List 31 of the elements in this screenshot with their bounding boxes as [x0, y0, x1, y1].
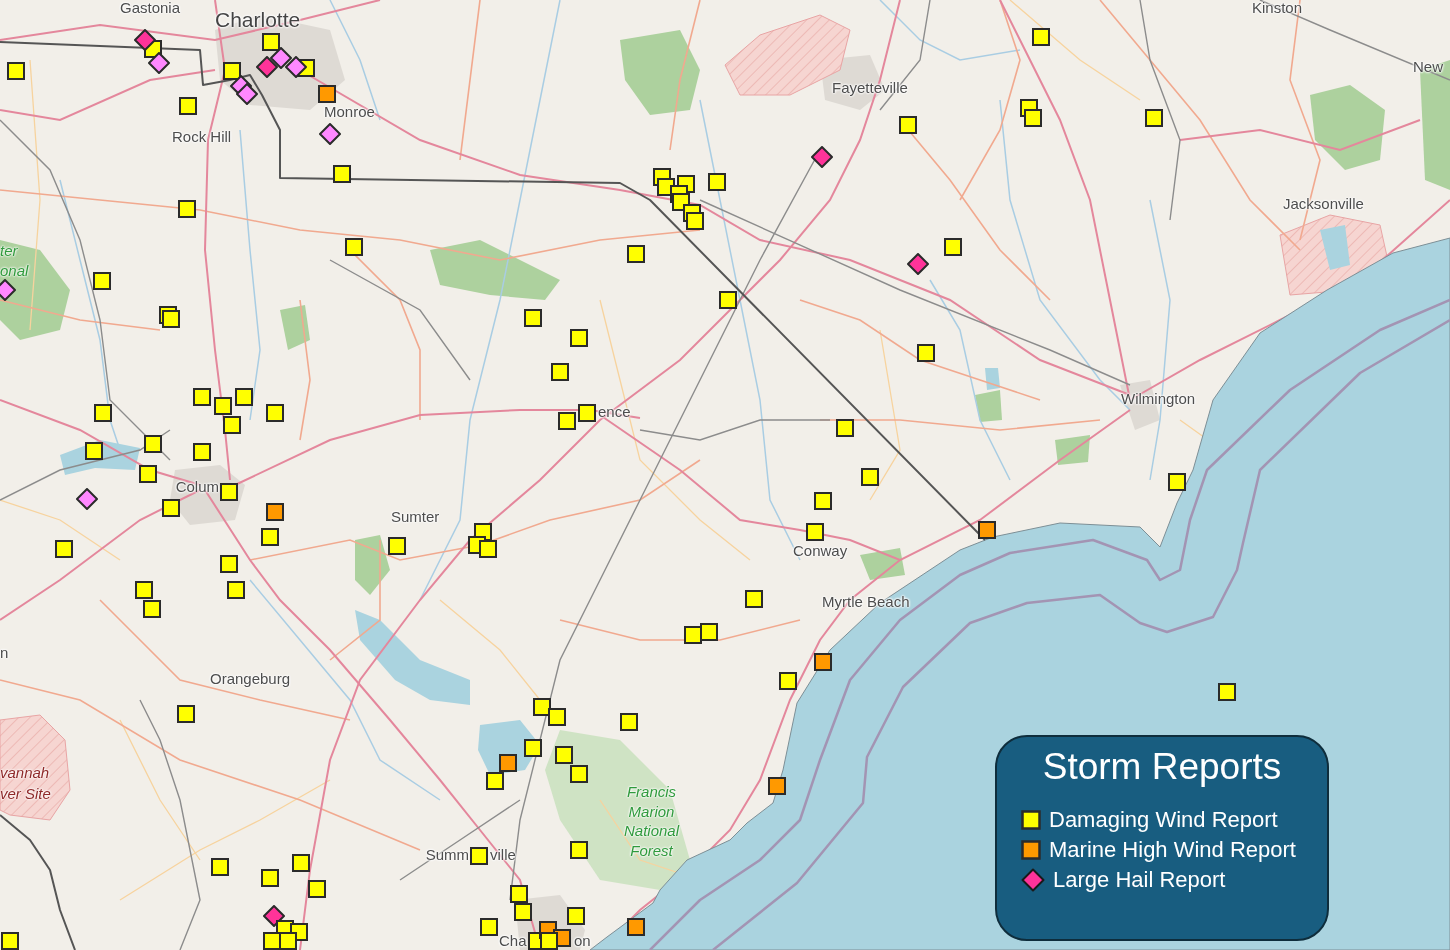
- forest-label: onal: [0, 261, 29, 281]
- lake-area: [1320, 225, 1350, 270]
- legend-label: Damaging Wind Report: [1049, 807, 1278, 833]
- forest-area: [860, 548, 905, 580]
- city-label: Sumter: [391, 509, 440, 526]
- city-label: Conway: [793, 543, 848, 560]
- area-label: vannah: [0, 765, 50, 782]
- city-label: n: [0, 645, 9, 662]
- city-label: on: [574, 933, 591, 950]
- city-label: Cha: [499, 933, 527, 950]
- forest-area: [1055, 435, 1090, 465]
- area-label: ver Site: [0, 786, 51, 803]
- forest-area: [975, 390, 1002, 422]
- lake-area: [985, 368, 1000, 390]
- legend-title: Storm Reports: [1041, 745, 1283, 789]
- city-label: Wilmington: [1121, 391, 1196, 408]
- city-label: Colum: [175, 479, 219, 496]
- forest-area: [280, 305, 310, 350]
- city-label: Orangeburg: [210, 671, 291, 688]
- legend-label: Marine High Wind Report: [1049, 837, 1296, 863]
- city-label: Charlotte: [215, 8, 301, 32]
- city-label: Gastonia: [120, 0, 181, 17]
- forest-label: Francis Marion National Forest: [624, 782, 680, 860]
- city-label: Monroe: [324, 104, 375, 121]
- legend-label: Large Hail Report: [1053, 867, 1226, 893]
- forest-label: ter: [0, 241, 18, 261]
- city-label: Rock Hill: [172, 129, 232, 146]
- city-label: ence: [598, 404, 631, 421]
- city-label: Jacksonville: [1283, 196, 1364, 213]
- city-label: New: [1413, 59, 1443, 76]
- forest-area: [355, 535, 390, 595]
